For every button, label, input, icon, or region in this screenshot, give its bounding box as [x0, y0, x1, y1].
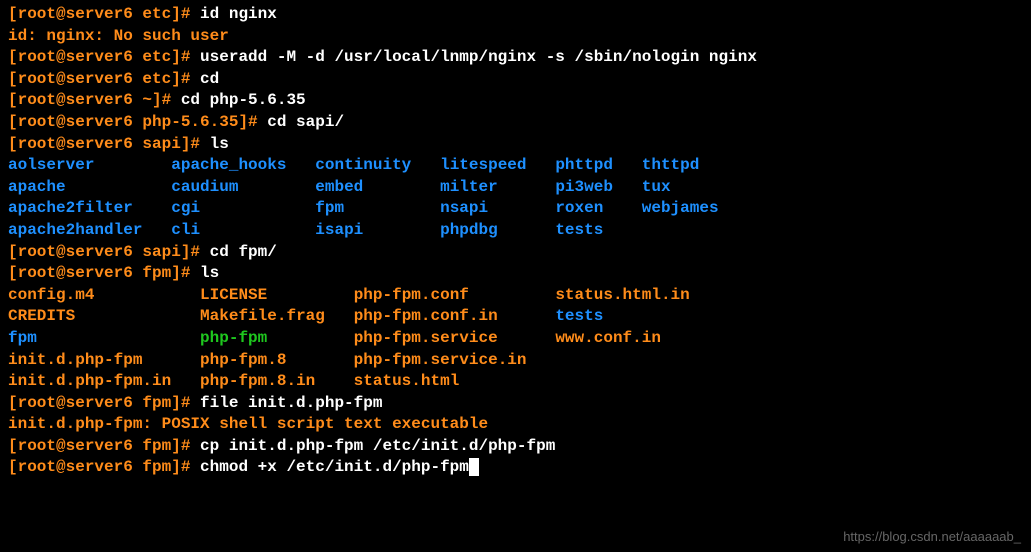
prompt: [root@server6 etc]# — [8, 5, 200, 23]
line: [root@server6 fpm]# chmod +x /etc/init.d… — [8, 457, 1023, 479]
dir: milter — [440, 178, 498, 196]
cursor — [469, 458, 479, 476]
output: init.d.php-fpm: POSIX shell script text … — [8, 414, 1023, 436]
dir: cgi — [171, 199, 200, 217]
prompt: [root@server6 fpm]# — [8, 264, 200, 282]
file: CREDITS — [8, 307, 75, 325]
prompt: [root@server6 fpm]# — [8, 394, 200, 412]
dir: nsapi — [440, 199, 488, 217]
command: cd fpm/ — [210, 243, 277, 261]
line: [root@server6 sapi]# ls — [8, 134, 1023, 156]
ls-row: init.d.php-fpm php-fpm.8 php-fpm.service… — [8, 350, 1023, 372]
line: [root@server6 fpm]# ls — [8, 263, 1023, 285]
command: cd sapi/ — [267, 113, 344, 131]
file: init.d.php-fpm.in — [8, 372, 171, 390]
dir: fpm — [8, 329, 37, 347]
file: php-fpm.conf.in — [354, 307, 498, 325]
file: status.html — [354, 372, 460, 390]
command: ls — [210, 135, 229, 153]
file: php-fpm.service.in — [354, 351, 527, 369]
prompt: [root@server6 fpm]# — [8, 458, 200, 476]
command: chmod +x /etc/init.d/php-fpm — [200, 458, 469, 476]
exec: php-fpm — [200, 329, 267, 347]
dir: embed — [315, 178, 363, 196]
terminal[interactable]: [root@server6 etc]# id nginx id: nginx: … — [8, 4, 1023, 479]
prompt: [root@server6 fpm]# — [8, 437, 200, 455]
file: php-fpm.8.in — [200, 372, 315, 390]
ls-row: init.d.php-fpm.in php-fpm.8.in status.ht… — [8, 371, 1023, 393]
dir: cli — [171, 221, 200, 239]
dir: phpdbg — [440, 221, 498, 239]
command: cd php-5.6.35 — [181, 91, 306, 109]
line: [root@server6 sapi]# cd fpm/ — [8, 242, 1023, 264]
file: LICENSE — [200, 286, 267, 304]
line: [root@server6 fpm]# file init.d.php-fpm — [8, 393, 1023, 415]
dir: fpm — [315, 199, 344, 217]
command: ls — [200, 264, 219, 282]
dir: tests — [555, 307, 603, 325]
line: [root@server6 fpm]# cp init.d.php-fpm /e… — [8, 436, 1023, 458]
ls-row: apache caudium embed milter pi3web tux — [8, 177, 1023, 199]
dir: phttpd — [555, 156, 613, 174]
line: [root@server6 etc]# id nginx — [8, 4, 1023, 26]
dir: isapi — [315, 221, 363, 239]
file: config.m4 — [8, 286, 94, 304]
dir: roxen — [555, 199, 603, 217]
line: [root@server6 php-5.6.35]# cd sapi/ — [8, 112, 1023, 134]
command: cp init.d.php-fpm /etc/init.d/php-fpm — [200, 437, 555, 455]
prompt: [root@server6 sapi]# — [8, 135, 210, 153]
dir: litespeed — [440, 156, 526, 174]
dir: thttpd — [642, 156, 700, 174]
dir: apache_hooks — [171, 156, 286, 174]
command: file init.d.php-fpm — [200, 394, 382, 412]
command: id nginx — [200, 5, 277, 23]
file: status.html.in — [555, 286, 689, 304]
dir: webjames — [642, 199, 719, 217]
ls-row: apache2filter cgi fpm nsapi roxen webjam… — [8, 198, 1023, 220]
command: useradd -M -d /usr/local/lnmp/nginx -s /… — [200, 48, 757, 66]
file: php-fpm.conf — [354, 286, 469, 304]
output: id: nginx: No such user — [8, 26, 1023, 48]
line: [root@server6 etc]# cd — [8, 69, 1023, 91]
file: php-fpm.service — [354, 329, 498, 347]
file: Makefile.frag — [200, 307, 325, 325]
ls-row: fpm php-fpm php-fpm.service www.conf.in — [8, 328, 1023, 350]
dir: continuity — [315, 156, 411, 174]
prompt: [root@server6 sapi]# — [8, 243, 210, 261]
line: [root@server6 ~]# cd php-5.6.35 — [8, 90, 1023, 112]
dir: tux — [642, 178, 671, 196]
line: [root@server6 etc]# useradd -M -d /usr/l… — [8, 47, 1023, 69]
ls-row: aolserver apache_hooks continuity litesp… — [8, 155, 1023, 177]
command: cd — [200, 70, 219, 88]
file: init.d.php-fpm — [8, 351, 142, 369]
prompt: [root@server6 ~]# — [8, 91, 181, 109]
prompt: [root@server6 php-5.6.35]# — [8, 113, 267, 131]
file: www.conf.in — [555, 329, 661, 347]
prompt: [root@server6 etc]# — [8, 70, 200, 88]
file: php-fpm.8 — [200, 351, 286, 369]
dir: apache — [8, 178, 66, 196]
prompt: [root@server6 etc]# — [8, 48, 200, 66]
dir: pi3web — [555, 178, 613, 196]
dir: aolserver — [8, 156, 94, 174]
dir: caudium — [171, 178, 238, 196]
dir: apache2filter — [8, 199, 133, 217]
ls-row: CREDITS Makefile.frag php-fpm.conf.in te… — [8, 306, 1023, 328]
ls-row: config.m4 LICENSE php-fpm.conf status.ht… — [8, 285, 1023, 307]
dir: apache2handler — [8, 221, 142, 239]
watermark: https://blog.csdn.net/aaaaaab_ — [843, 528, 1021, 546]
ls-row: apache2handler cli isapi phpdbg tests — [8, 220, 1023, 242]
dir: tests — [555, 221, 603, 239]
